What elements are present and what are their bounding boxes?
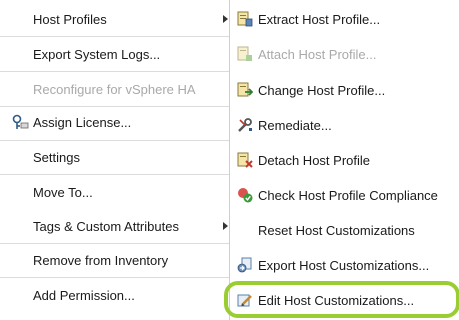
export-host-customizations-label: Export Host Customizations... <box>258 257 430 273</box>
add-permission-label: Add Permission... <box>33 287 135 303</box>
check-compliance-label: Check Host Profile Compliance <box>258 187 438 203</box>
extract-host-profile-label: Extract Host Profile... <box>258 11 381 27</box>
key-icon <box>12 114 29 129</box>
menu-item-reset-host-customizations[interactable]: Reset Host Customizations <box>230 213 459 247</box>
menu-item-settings[interactable]: Settings <box>0 140 232 174</box>
menu-item-detach-host-profile[interactable]: Detach Host Profile <box>230 143 459 177</box>
submenu-arrow-icon <box>223 15 228 23</box>
compliance-check-icon <box>238 188 253 203</box>
menu-item-move-to[interactable]: Move To... <box>0 175 232 209</box>
menu-item-assign-license[interactable]: Assign License... <box>0 105 232 139</box>
move-to-label: Move To... <box>33 184 93 200</box>
extract-profile-icon <box>237 11 253 27</box>
wrench-icon <box>238 118 252 132</box>
detach-host-profile-label: Detach Host Profile <box>258 152 370 168</box>
menu-item-remove-from-inventory[interactable]: Remove from Inventory <box>0 243 232 277</box>
export-customizations-icon <box>237 257 252 273</box>
menu-item-export-system-logs[interactable]: Export System Logs... <box>0 37 232 71</box>
menu-item-remediate[interactable]: Remediate... <box>230 108 459 142</box>
menu-item-tags-custom-attributes[interactable]: Tags & Custom Attributes <box>0 209 232 243</box>
change-profile-icon <box>237 82 253 97</box>
submenu-arrow-icon <box>223 222 228 230</box>
menu-item-export-host-customizations[interactable]: Export Host Customizations... <box>230 248 459 282</box>
settings-label: Settings <box>33 149 80 165</box>
attach-host-profile-label: Attach Host Profile... <box>258 46 377 62</box>
change-host-profile-label: Change Host Profile... <box>258 82 386 98</box>
reconfigure-ha-label: Reconfigure for vSphere HA <box>33 81 196 97</box>
export-system-logs-label: Export System Logs... <box>33 46 161 62</box>
menu-item-extract-host-profile[interactable]: Extract Host Profile... <box>230 2 459 36</box>
menu-item-check-compliance[interactable]: Check Host Profile Compliance <box>230 178 459 212</box>
menu-item-change-host-profile[interactable]: Change Host Profile... <box>230 73 459 107</box>
host-profiles-submenu: Extract Host Profile... Attach Host Prof… <box>229 0 459 320</box>
menu-item-add-permission[interactable]: Add Permission... <box>0 278 232 312</box>
highlight-annotation-ring <box>224 281 459 318</box>
reset-host-customizations-label: Reset Host Customizations <box>258 222 415 238</box>
remediate-label: Remediate... <box>258 117 332 133</box>
host-profiles-label: Host Profiles <box>33 11 107 27</box>
menu-item-host-profiles[interactable]: Host Profiles <box>0 2 232 36</box>
menu-item-reconfigure-ha: Reconfigure for vSphere HA <box>0 72 232 106</box>
attach-profile-icon <box>237 46 252 61</box>
remove-from-inventory-label: Remove from Inventory <box>33 252 169 268</box>
host-context-menu: Host Profiles Export System Logs... Reco… <box>0 0 233 320</box>
assign-license-label: Assign License... <box>33 114 132 130</box>
menu-item-attach-host-profile: Attach Host Profile... <box>230 37 459 71</box>
detach-profile-icon <box>237 152 253 168</box>
tags-custom-attributes-label: Tags & Custom Attributes <box>33 218 179 234</box>
